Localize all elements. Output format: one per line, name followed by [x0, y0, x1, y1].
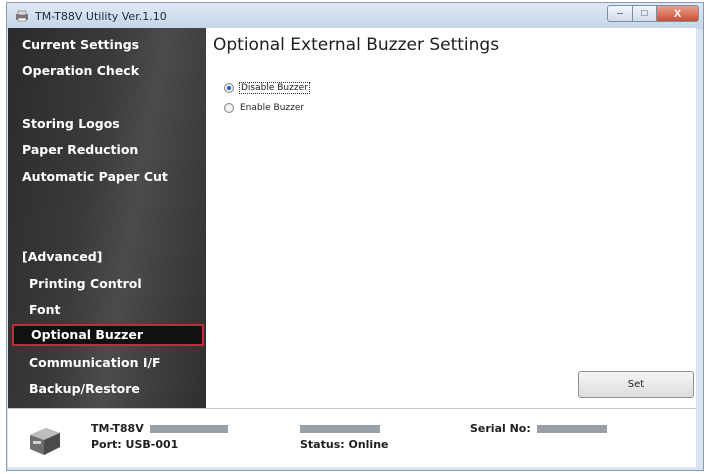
redacted-detail [300, 422, 380, 435]
close-button[interactable]: X [657, 5, 699, 22]
printer-icon [30, 428, 60, 455]
enable-buzzer-radio[interactable] [224, 103, 234, 113]
status-footer: TM-T88V Port: USB-001 Status: Online Ser… [8, 408, 696, 467]
sidebar-item-backup-restore[interactable]: Backup/Restore [8, 378, 206, 400]
window-controls: – □ X [607, 5, 699, 23]
minimize-icon: – [617, 8, 623, 19]
enable-buzzer-label[interactable]: Enable Buzzer [239, 103, 305, 113]
sidebar-item-paper-reduction[interactable]: Paper Reduction [8, 139, 206, 161]
sidebar: Current Settings Operation Check Storing… [8, 28, 206, 408]
disable-buzzer-label[interactable]: Disable Buzzer [239, 82, 310, 94]
sidebar-item-optional-buzzer[interactable]: Optional Buzzer [12, 324, 204, 346]
serial-number: Serial No: [470, 422, 607, 435]
redacted-serial [536, 425, 607, 433]
port-text: Port: USB-001 [91, 438, 179, 451]
redacted-model-detail [149, 425, 228, 433]
sidebar-item-automatic-paper-cut[interactable]: Automatic Paper Cut [8, 166, 206, 188]
sidebar-item-storing-logos[interactable]: Storing Logos [8, 113, 206, 135]
sidebar-item-current-settings[interactable]: Current Settings [8, 34, 206, 56]
window-title: TM-T88V Utility Ver.1.10 [35, 10, 167, 23]
enable-buzzer-option[interactable]: Enable Buzzer [224, 101, 305, 115]
sidebar-heading-advanced: [Advanced] [22, 249, 103, 264]
sidebar-item-printing-control[interactable]: Printing Control [8, 273, 206, 295]
minimize-button[interactable]: – [607, 5, 633, 22]
maximize-icon: □ [641, 8, 648, 19]
sidebar-item-font[interactable]: Font [8, 299, 206, 321]
maximize-button[interactable]: □ [633, 5, 657, 22]
redacted-value [300, 425, 380, 433]
sidebar-item-operation-check[interactable]: Operation Check [8, 60, 206, 82]
app-icon [16, 10, 28, 22]
sidebar-item-communication-if[interactable]: Communication I/F [8, 352, 206, 374]
disable-buzzer-radio[interactable] [224, 83, 234, 93]
main-panel: Optional External Buzzer Settings Disabl… [206, 28, 696, 408]
set-button[interactable]: Set [578, 371, 694, 398]
status-text: Status: Online [300, 438, 389, 451]
title-bar[interactable]: TM-T88V Utility Ver.1.10 – □ X [7, 3, 703, 29]
close-icon: X [673, 7, 682, 20]
printer-model: TM-T88V [91, 422, 228, 435]
page-title: Optional External Buzzer Settings [213, 35, 500, 55]
disable-buzzer-option[interactable]: Disable Buzzer [224, 81, 310, 95]
